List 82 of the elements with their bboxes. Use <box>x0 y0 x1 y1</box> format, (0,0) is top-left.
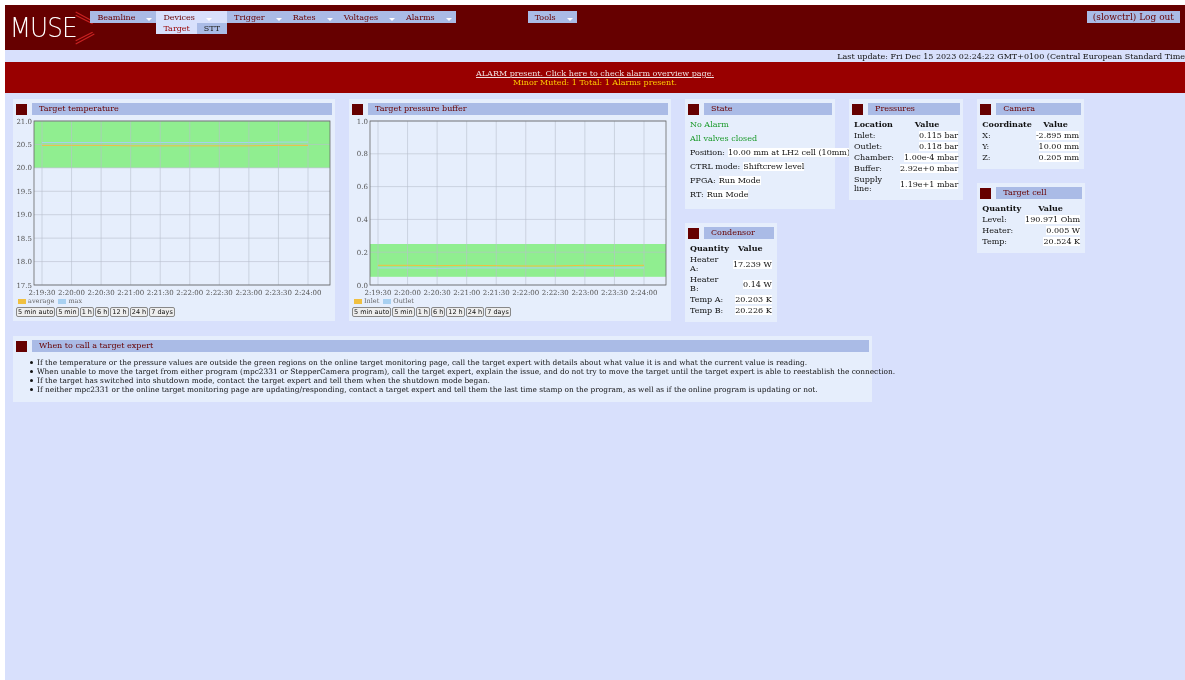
field-label: CTRL mode: <box>690 162 741 171</box>
table-cell: 0.205 mm <box>1038 153 1080 162</box>
table-cell-text: Z: <box>982 152 992 163</box>
table-cell: 10.00 mm <box>1038 142 1080 151</box>
status-text: All valves closed <box>690 134 757 143</box>
table-cell: 20.226 K <box>735 306 772 315</box>
panel-icon <box>688 103 699 115</box>
table-cell: X: <box>982 130 1036 141</box>
panel-icon <box>16 340 27 352</box>
submenu-item[interactable]: Target <box>156 23 197 34</box>
table-cell-text: Y: <box>982 141 991 152</box>
table-cell: Heater A: <box>690 254 733 274</box>
panel-title: Pressures <box>868 103 961 115</box>
table-cell: 2.92e+0 mbar <box>900 164 959 173</box>
table-cell-text: Temp A: <box>690 294 725 305</box>
bullet-icon <box>30 370 33 373</box>
logo-text: MUSE <box>9 12 77 43</box>
panel-icon <box>16 103 27 115</box>
alarm-summary: Minor Muted: 1 Total: 1 Alarms present. <box>513 77 677 87</box>
table-cell: 1.00e-4 mbar <box>904 153 959 162</box>
caret-icon <box>275 18 282 21</box>
column-header: Coordinate <box>982 118 1033 130</box>
table-cell-text: Temp: <box>982 236 1009 247</box>
table-cell-text: Chamber: <box>854 152 895 163</box>
field-value: 10.00 mm at LH2 cell (10mm) <box>728 148 851 157</box>
column-header: Quantity <box>690 242 730 254</box>
table-cell: 17.239 W <box>732 259 772 269</box>
table-cell-text: Inlet: <box>854 130 877 141</box>
table-cell: 190.971 Ohm <box>1025 215 1080 224</box>
field-value: Run Mode <box>718 176 761 185</box>
field-label: RT: <box>690 190 704 199</box>
bullet-icon <box>30 388 33 391</box>
panel-icon <box>980 187 992 199</box>
field-value: Shiftcrew level <box>743 162 805 171</box>
table-cell: 0.118 bar <box>919 142 959 151</box>
status-text: No Alarm <box>690 120 729 129</box>
panel-title: Camera <box>996 103 1082 115</box>
caret-icon <box>326 18 333 21</box>
table-cell: 0.005 W <box>1046 226 1080 235</box>
table-cell: Supply line: <box>854 174 900 194</box>
table-cell-text: Temp B: <box>690 305 725 316</box>
panel-title: When to call a target expert <box>32 340 869 352</box>
caret-icon <box>146 18 153 21</box>
bullet-icon <box>30 361 33 364</box>
table-cell: 20.203 K <box>735 295 772 304</box>
panel-icon <box>688 227 699 239</box>
menu-item[interactable]: Tools <box>527 11 577 23</box>
caret-icon <box>566 18 573 21</box>
panel-icon <box>352 103 363 115</box>
column-header: Quantity <box>982 202 1023 214</box>
field-label: Position: <box>690 148 725 157</box>
field-label: FPGA: <box>690 176 716 185</box>
panel-title: Condensor <box>704 227 774 239</box>
table-cell: 0.115 bar <box>919 131 959 140</box>
table-cell: -2.895 mm <box>1035 131 1080 140</box>
column-header: Value <box>1037 202 1064 214</box>
last-update-text: Last update: Fri Dec 15 2023 02:24:22 GMT+0100 (Central European Standard Time <box>837 51 1185 61</box>
caret-icon <box>445 18 452 21</box>
column-header: Value <box>736 242 764 254</box>
table-cell: Level: <box>982 214 1026 225</box>
table-cell: 1.19e+1 mbar <box>900 179 959 189</box>
table-cell: Buffer: <box>854 163 900 174</box>
logout-button[interactable]: (slowctrl) Log out <box>1086 11 1180 23</box>
column-header: Value <box>913 118 941 130</box>
table-cell-text: Heater B: <box>690 274 720 294</box>
column-header: Location <box>854 118 894 130</box>
panel-title: Target pressure buffer <box>368 103 668 115</box>
panel-icon <box>980 103 992 115</box>
field-value: Run Mode <box>706 190 749 199</box>
menu-item[interactable]: Devices <box>156 11 228 23</box>
table-cell-text: Heater: <box>982 225 1015 236</box>
table-cell-text: Outlet: <box>854 141 884 152</box>
alarm-link[interactable]: ALARM present. Click here to check alarm overview page. <box>476 68 714 78</box>
caret-icon <box>389 18 396 21</box>
table-cell: 0.14 W <box>743 279 772 289</box>
bullet-icon <box>30 379 33 382</box>
panel-icon <box>852 103 863 115</box>
panel-title: Target temperature <box>32 103 332 115</box>
panel-title: State <box>704 103 832 115</box>
table-cell: 20.524 K <box>1043 237 1080 246</box>
panel-title: Target cell <box>996 187 1082 199</box>
column-header: Value <box>1042 118 1069 130</box>
